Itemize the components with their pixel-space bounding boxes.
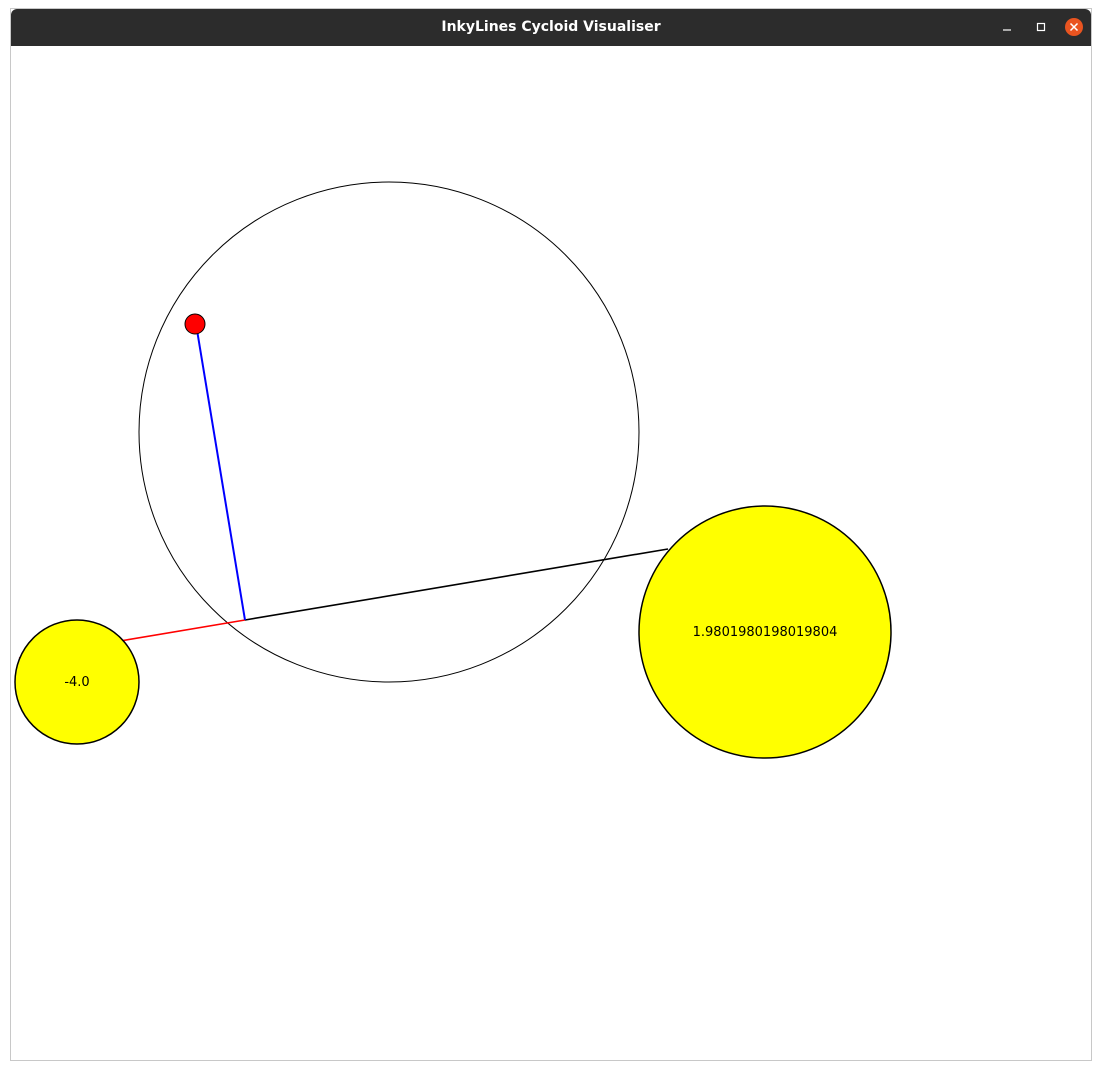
app-window: InkyLines Cycloid Visualiser -4.0 1.9801… bbox=[10, 8, 1092, 1061]
drawing-canvas[interactable]: -4.0 1.9801980198019804 bbox=[11, 46, 1091, 1060]
title-bar[interactable]: InkyLines Cycloid Visualiser bbox=[11, 9, 1091, 46]
pen-dot[interactable] bbox=[184, 313, 206, 335]
blue-arm-line bbox=[195, 323, 246, 621]
cycloid-drawing: -4.0 1.9801980198019804 bbox=[14, 181, 892, 759]
large-wheel-label: 1.9801980198019804 bbox=[693, 625, 838, 640]
small-wheel-label: -4.0 bbox=[64, 675, 89, 690]
minimize-icon[interactable] bbox=[998, 18, 1016, 36]
maximize-icon[interactable] bbox=[1032, 18, 1050, 36]
window-title: InkyLines Cycloid Visualiser bbox=[441, 19, 661, 35]
black-arm-line bbox=[244, 548, 669, 621]
close-icon[interactable] bbox=[1065, 18, 1083, 36]
